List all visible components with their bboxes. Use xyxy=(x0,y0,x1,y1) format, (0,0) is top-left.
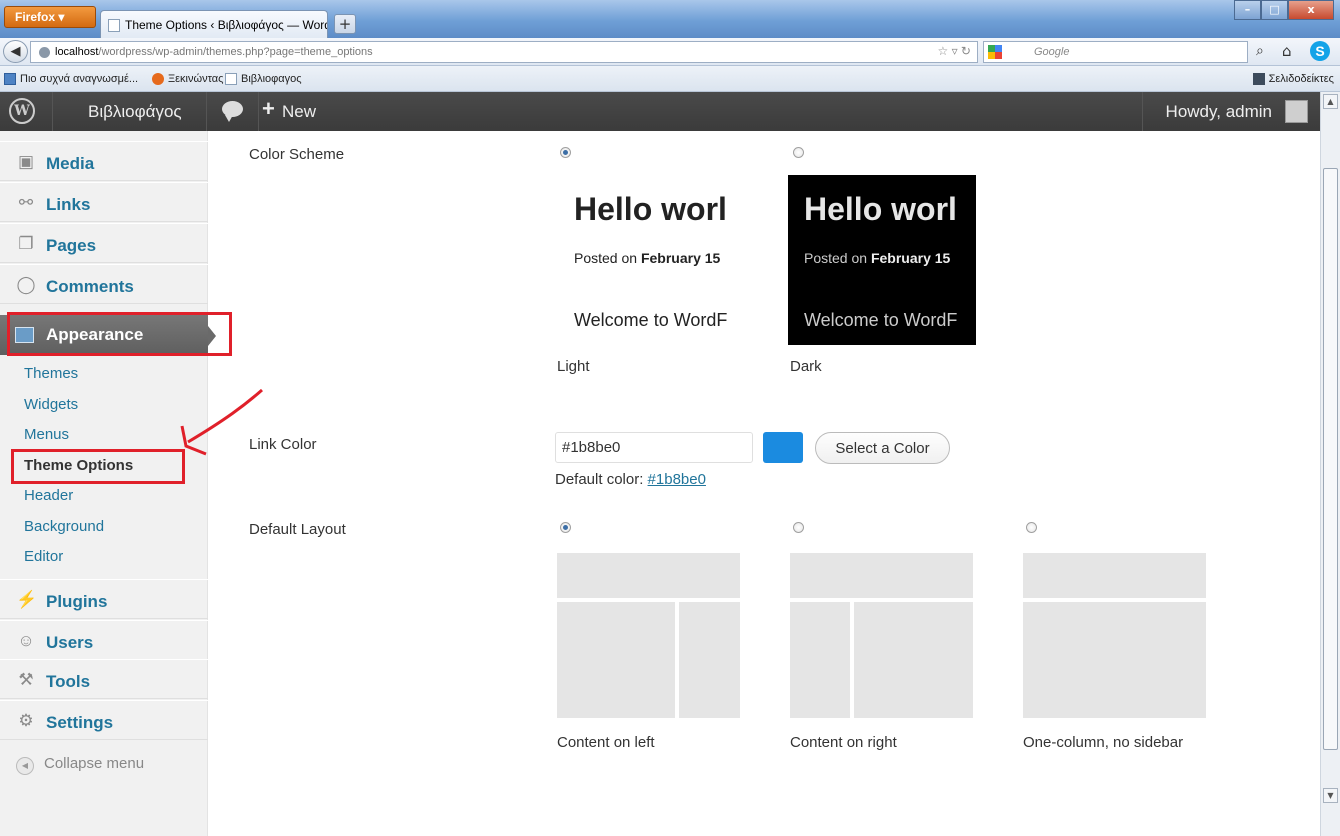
preview-title: Hello worl xyxy=(574,191,727,227)
link-color-input[interactable]: #1b8be0 xyxy=(555,432,753,463)
skype-icon[interactable]: S xyxy=(1310,41,1330,61)
layout-header-block xyxy=(1023,553,1206,598)
google-icon xyxy=(988,45,1002,59)
preview-title: Hello worl xyxy=(804,191,957,227)
layout-content-right-radio[interactable] xyxy=(793,522,804,533)
page-scrollbar[interactable]: ▲ ▼ xyxy=(1320,92,1340,836)
sidebar-item-plugins[interactable]: ⚡ Plugins xyxy=(0,579,208,619)
search-icon[interactable]: ⌕ xyxy=(1256,43,1264,59)
bookmark-star-icon[interactable]: ☆ ▿ ↻ xyxy=(937,44,971,58)
layout-sidebar-block xyxy=(790,602,850,718)
sidebar-item-settings[interactable]: ⚙ Settings xyxy=(0,700,208,740)
collapse-arrow-icon: ◀ xyxy=(16,757,34,775)
content-left-label: Content on left xyxy=(557,734,655,751)
layout-content-left-thumbnail[interactable] xyxy=(557,553,740,718)
scroll-up-icon[interactable]: ▲ xyxy=(1323,94,1338,109)
content-right-label: Content on right xyxy=(790,734,897,751)
one-column-label: One-column, no sidebar xyxy=(1023,734,1184,751)
preview-posted: Posted on February 15 xyxy=(804,250,951,266)
layout-content-block xyxy=(854,602,973,718)
scroll-thumb[interactable] xyxy=(1323,168,1338,750)
search-input[interactable]: Google xyxy=(983,41,1248,63)
color-scheme-dark-radio[interactable] xyxy=(793,147,804,158)
layout-content-block xyxy=(1023,602,1206,718)
light-option-label: Light xyxy=(557,358,590,375)
color-scheme-label: Color Scheme xyxy=(249,146,345,163)
collapse-menu-button[interactable]: ◀ Collapse menu xyxy=(16,755,144,775)
dark-scheme-preview[interactable]: Hello worl Posted on February 15 Welcome… xyxy=(788,175,976,345)
search-placeholder: Google xyxy=(1034,46,1070,58)
preview-posted: Posted on February 15 xyxy=(574,250,721,266)
minimize-button[interactable]: – xyxy=(1234,0,1261,20)
users-icon: ☺ xyxy=(17,631,35,650)
submenu-editor[interactable]: Editor xyxy=(0,540,208,571)
layout-one-column-radio[interactable] xyxy=(1026,522,1037,533)
tools-icon: ⚒ xyxy=(18,670,34,689)
dark-option-label: Dark xyxy=(790,358,822,375)
preview-welcome: Welcome to WordF xyxy=(804,310,958,330)
settings-icon: ⚙ xyxy=(18,711,34,730)
default-color-link[interactable]: #1b8be0 xyxy=(648,471,706,488)
avatar[interactable] xyxy=(1285,100,1308,123)
color-scheme-light-radio[interactable] xyxy=(560,147,571,158)
layout-content-block xyxy=(557,602,675,718)
submenu-background[interactable]: Background xyxy=(0,510,208,541)
scroll-down-icon[interactable]: ▼ xyxy=(1323,788,1338,803)
layout-header-block xyxy=(790,553,973,598)
close-window-button[interactable]: x xyxy=(1288,0,1334,20)
layout-content-right-thumbnail[interactable] xyxy=(790,553,973,718)
preview-welcome: Welcome to WordF xyxy=(574,310,728,330)
default-color-text: Default color: #1b8be0 xyxy=(555,471,706,488)
home-icon[interactable]: ⌂ xyxy=(1282,42,1292,60)
plugins-icon: ⚡ xyxy=(16,590,38,609)
bookmarks-icon xyxy=(1252,73,1265,85)
default-layout-label: Default Layout xyxy=(249,521,346,538)
maximize-button[interactable]: □ xyxy=(1261,0,1288,20)
annotation-arrow-icon xyxy=(180,388,263,456)
bookmarks-menu[interactable]: Σελιδοδείκτες xyxy=(1252,73,1334,85)
color-swatch[interactable] xyxy=(763,432,803,463)
layout-one-column-thumbnail[interactable] xyxy=(1023,553,1206,718)
new-tab-button[interactable]: + xyxy=(334,14,356,34)
link-color-label: Link Color xyxy=(249,436,317,453)
select-color-button[interactable]: Select a Color xyxy=(815,432,950,464)
sidebar-item-tools[interactable]: ⚒ Tools xyxy=(0,659,208,699)
light-scheme-preview[interactable]: Hello worl Posted on February 15 Welcome… xyxy=(558,175,746,345)
howdy-account-link[interactable]: Howdy, admin xyxy=(1166,102,1272,122)
divider xyxy=(1142,92,1143,131)
window-controls: – □ x xyxy=(1234,0,1334,20)
sidebar-item-users[interactable]: ☺ Users xyxy=(0,620,208,660)
layout-content-left-radio[interactable] xyxy=(560,522,571,533)
layout-header-block xyxy=(557,553,740,598)
layout-sidebar-block xyxy=(679,602,740,718)
